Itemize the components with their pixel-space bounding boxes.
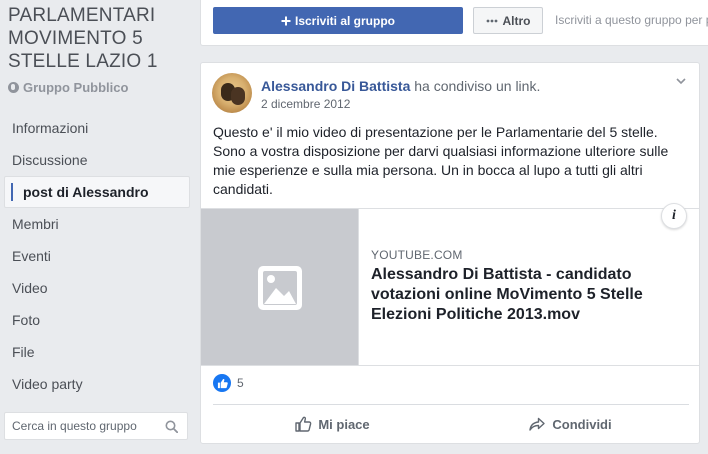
avatar[interactable] [212,73,252,113]
nav-item-post-di-alessandro[interactable]: post di Alessandro [4,176,190,208]
group-search-input[interactable] [5,413,155,439]
join-group-label: Iscriviti al gruppo [294,13,396,28]
like-button-label: Mi piace [318,416,370,432]
link-thumbnail[interactable] [201,209,359,365]
nav-item-eventi[interactable]: Eventi [4,240,190,272]
like-count: 5 [237,376,244,390]
nav-item-discussione[interactable]: Discussione [4,144,190,176]
link-preview[interactable]: YOUTUBE.COM Alessandro Di Battista - can… [201,203,699,366]
globe-icon [8,82,19,93]
like-button[interactable]: Mi piace [213,407,451,441]
group-nav: Informazioni Discussione post di Alessan… [4,112,190,400]
more-label: Altro [502,13,531,28]
post-header: Alessandro Di Battista ha condiviso un l… [261,78,540,94]
ellipsis-icon [486,19,497,22]
group-sidebar: PARLAMENTARI MOVIMENTO 5 STELLE LAZIO 1 … [0,0,196,454]
group-type-label: Gruppo Pubblico [23,80,129,95]
share-button[interactable]: Condividi [451,407,689,441]
author-name-link[interactable]: Alessandro Di Battista [261,78,410,94]
post-actions: Mi piace Condividi [213,407,689,441]
more-button[interactable]: Altro [473,7,543,34]
nav-item-membri[interactable]: Membri [4,208,190,240]
nav-item-video-party[interactable]: Video party [4,368,190,400]
reaction-summary[interactable]: 5 [213,374,244,392]
link-title[interactable]: Alessandro Di Battista - candidato votaz… [371,265,681,325]
chevron-down-icon[interactable] [675,75,687,87]
join-group-button[interactable]: Iscriviti al gruppo [213,7,463,34]
share-icon [529,417,546,431]
info-icon[interactable]: i [661,203,687,229]
avatar-figure [231,87,245,105]
nav-item-video[interactable]: Video [4,272,190,304]
nav-item-informazioni[interactable]: Informazioni [4,112,190,144]
thumbs-up-icon [295,416,312,432]
like-icon [213,374,231,392]
post-body-text: Questo e' il mio video di presentazione … [213,124,669,197]
group-search [4,412,188,440]
nav-item-foto[interactable]: Foto [4,304,190,336]
link-domain: YOUTUBE.COM [371,248,463,262]
search-icon[interactable] [165,420,178,433]
post-action-text: ha condiviso un link. [414,78,541,94]
action-divider [213,404,689,405]
image-placeholder-icon [258,266,302,310]
share-button-label: Condividi [552,416,612,432]
nav-item-file[interactable]: File [4,336,190,368]
group-type: Gruppo Pubblico [8,80,128,95]
feed-post: Alessandro Di Battista ha condiviso un l… [200,62,700,444]
post-timestamp[interactable]: 2 dicembre 2012 [261,97,350,111]
join-hint-text: Iscriviti a questo gruppo per p [555,13,708,27]
group-title[interactable]: PARLAMENTARI MOVIMENTO 5 STELLE LAZIO 1 [8,4,194,73]
group-action-bar: Iscriviti al gruppo Altro Iscriviti a qu… [200,0,708,46]
plus-icon [281,16,291,25]
